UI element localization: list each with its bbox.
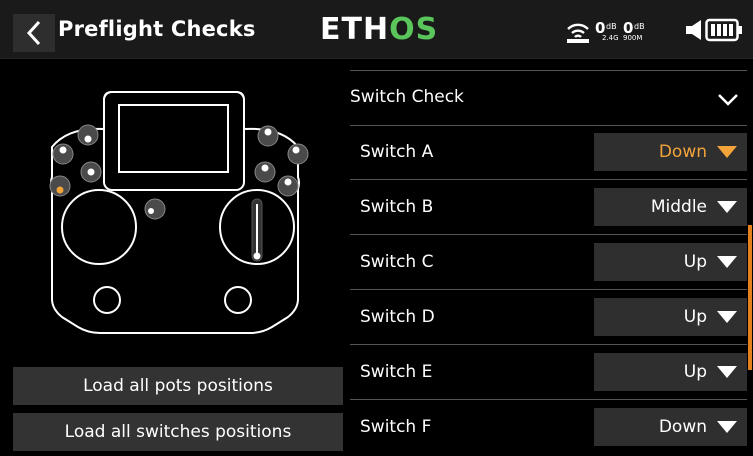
row-divider [350, 234, 747, 235]
switch-f-value: Down [658, 417, 707, 437]
switch-a-value: Down [658, 142, 707, 162]
chevron-down-icon[interactable] [717, 93, 739, 107]
scrollbar[interactable] [748, 225, 752, 370]
band-label-1: 2.4G [602, 34, 619, 42]
switch-a-dropdown[interactable]: Down [594, 133, 747, 171]
switch-knob-left-3 [49, 175, 71, 197]
switch-d-value: Up [683, 307, 707, 327]
switch-row-b: Switch B Middle [350, 181, 747, 235]
switch-d-label: Switch D [360, 307, 435, 327]
radio-diagram [49, 91, 309, 334]
switch-f-label: Switch F [360, 417, 432, 437]
switch-b-label: Switch B [360, 197, 434, 217]
switch-c-dropdown[interactable]: Up [594, 243, 747, 281]
dropdown-arrow-icon [717, 146, 737, 158]
back-arrow-icon [26, 20, 41, 46]
row-divider [350, 289, 747, 290]
switch-knob-left-4 [80, 161, 102, 183]
load-switches-button[interactable]: Load all switches positions [13, 413, 343, 451]
switch-knob-left-2 [77, 124, 99, 146]
switch-knob-right-1 [257, 125, 279, 147]
dropdown-arrow-icon [717, 421, 737, 433]
dropdown-arrow-icon [717, 201, 737, 213]
radio-screen-outer [103, 91, 245, 191]
pot-knob-center [144, 198, 166, 220]
switch-b-dropdown[interactable]: Middle [594, 188, 747, 226]
wifi-rx-icon [567, 23, 589, 43]
switch-d-dropdown[interactable]: Up [594, 298, 747, 336]
ethos-logo: ETHOS [320, 13, 438, 47]
row-divider [350, 399, 747, 400]
switch-knob-left-1 [52, 143, 74, 165]
switch-e-value: Up [683, 362, 707, 382]
logo-part2: OS [389, 12, 439, 47]
status-area: 0 dB 2.4G 0 dB 900M [565, 16, 745, 46]
left-gimbal [61, 189, 137, 265]
left-trim [93, 286, 121, 314]
signal-unit-1: dB [606, 22, 617, 31]
row-divider [350, 344, 747, 345]
switch-knob-right-2 [287, 143, 309, 165]
header-bar: Preflight Checks ETHOS 0 dB 2.4G 0 dB 90… [0, 0, 753, 59]
switch-f-dropdown[interactable]: Down [594, 408, 747, 446]
dropdown-arrow-icon [717, 366, 737, 378]
throttle-dot [253, 252, 261, 260]
section-top-divider [350, 70, 747, 71]
switch-a-label: Switch A [360, 142, 434, 162]
switch-row-d: Switch D Up [350, 291, 747, 345]
load-pots-button[interactable]: Load all pots positions [13, 367, 343, 405]
switch-row-e: Switch E Up [350, 346, 747, 400]
switch-e-label: Switch E [360, 362, 433, 382]
section-title[interactable]: Switch Check [350, 87, 464, 107]
page-title: Preflight Checks [58, 17, 256, 41]
band-label-2: 900M [623, 34, 643, 42]
row-divider [350, 179, 747, 180]
switch-row-a: Switch A Down [350, 126, 747, 180]
right-trim [224, 286, 252, 314]
switch-row-c: Switch C Up [350, 236, 747, 290]
switch-knob-right-4 [277, 175, 299, 197]
battery-icon [705, 18, 742, 42]
logo-part1: ETH [320, 12, 390, 47]
switch-e-dropdown[interactable]: Up [594, 353, 747, 391]
switch-c-label: Switch C [360, 252, 434, 272]
dropdown-arrow-icon [717, 311, 737, 323]
switch-b-value: Middle [650, 197, 707, 217]
switch-row-f: Switch F Down [350, 401, 747, 455]
dropdown-arrow-icon [717, 256, 737, 268]
switch-c-value: Up [683, 252, 707, 272]
switch-knob-right-3 [254, 161, 276, 183]
signal-unit-2: dB [634, 22, 645, 31]
speaker-icon [686, 20, 701, 40]
